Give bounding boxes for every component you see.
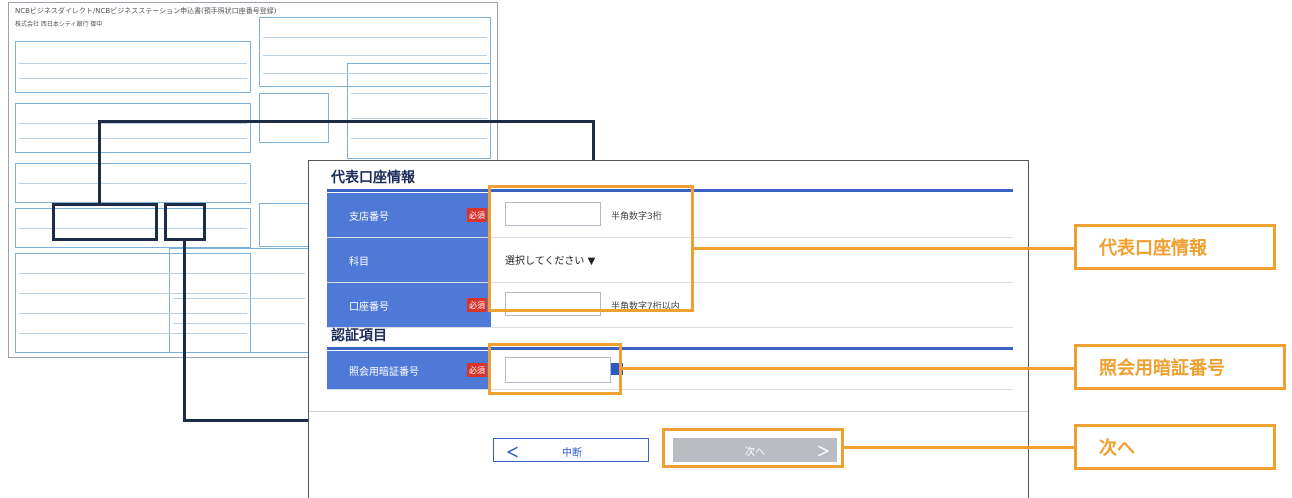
cancel-label: 中断 bbox=[562, 448, 582, 459]
paper-section-box bbox=[15, 41, 251, 93]
paper-bank: 株式会社 西日本シティ銀行 御中 bbox=[15, 21, 103, 28]
section-title-account: 代表口座情報 bbox=[331, 170, 415, 186]
paper-section-box bbox=[259, 93, 329, 143]
cancel-button[interactable]: ＜ 中断 bbox=[493, 438, 649, 462]
paper-highlight-account bbox=[52, 203, 158, 241]
callout-next: 次へ bbox=[1074, 424, 1276, 470]
callout-line bbox=[622, 367, 1074, 370]
callout-account: 代表口座情報 bbox=[1074, 224, 1276, 270]
callout-pin: 照会用暗証番号 bbox=[1074, 344, 1286, 390]
required-badge: 必須 bbox=[467, 298, 487, 312]
callout-line bbox=[694, 247, 1074, 250]
highlight-next-button bbox=[662, 428, 844, 468]
callout-line bbox=[844, 446, 1074, 449]
paper-highlight-pin bbox=[164, 203, 206, 241]
required-badge: 必須 bbox=[467, 363, 487, 377]
label-account-type: 科目 bbox=[327, 238, 491, 282]
highlight-account-fields bbox=[488, 185, 694, 312]
required-badge: 必須 bbox=[467, 208, 487, 222]
section-rule bbox=[327, 347, 1013, 350]
section-title-auth: 認証項目 bbox=[331, 328, 387, 344]
paper-title: NCBビジネスダイレクト/NCBビジネスステーション申込書(預手照状口座番号登録… bbox=[15, 7, 277, 15]
connector-line bbox=[98, 120, 595, 123]
chevron-left-icon: ＜ bbox=[506, 446, 520, 461]
connector-line bbox=[183, 240, 186, 422]
connector-line bbox=[98, 122, 101, 205]
highlight-pin-field bbox=[488, 343, 622, 395]
paper-section-box bbox=[347, 63, 491, 159]
paper-section-box bbox=[15, 103, 251, 153]
paper-section-box bbox=[169, 248, 309, 353]
